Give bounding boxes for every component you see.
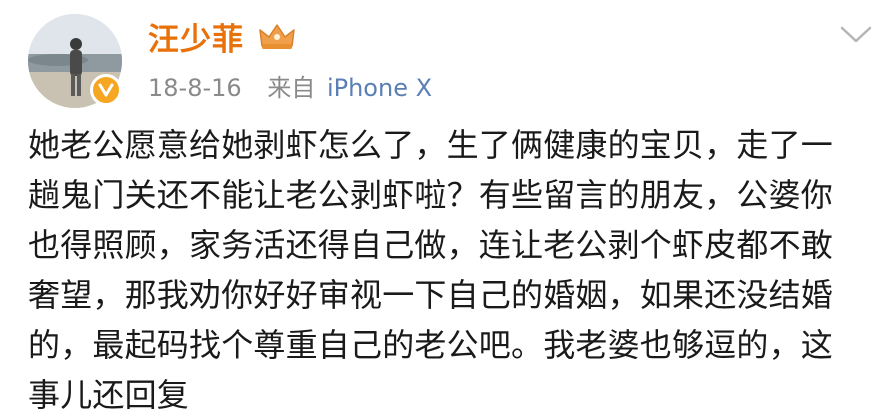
- post-date: 18-8-16: [148, 74, 242, 102]
- member-crown-icon[interactable]: [256, 20, 298, 52]
- content-line: 奢望，那我劝你好好审视一下自己的婚姻，如果还没结婚: [28, 276, 834, 314]
- post-meta: 18-8-16 来自 iPhone X: [148, 68, 432, 103]
- post-content: 她老公愿意给她剥虾怎么了，生了俩健康的宝贝，走了一 趟鬼门关还不能让老公剥虾啦？…: [28, 120, 874, 418]
- source-device-link[interactable]: iPhone X: [327, 74, 432, 102]
- content-line: 她老公愿意给她剥虾怎么了，生了俩健康的宝贝，走了一: [28, 126, 834, 164]
- weibo-post: 汪少菲 18-8-16 来自 iPhone X 她老公愿意给她剥虾怎么了，生了俩…: [0, 0, 889, 418]
- content-line: 趟鬼门关还不能让老公剥虾啦？有些留言的朋友，公婆你: [28, 176, 834, 214]
- verified-badge-icon: [90, 74, 122, 106]
- content-line: 也得照顾，家务活还得自己做，连让老公剥个虾皮都不敢: [28, 226, 834, 264]
- content-line: 的，最起码找个尊重自己的老公吧。我老婆也够逗的，这: [28, 326, 834, 364]
- content-line: 事儿还回复: [28, 376, 190, 414]
- source-prefix: 来自: [267, 74, 316, 102]
- chevron-down-icon[interactable]: [838, 22, 874, 46]
- username[interactable]: 汪少菲: [148, 14, 244, 59]
